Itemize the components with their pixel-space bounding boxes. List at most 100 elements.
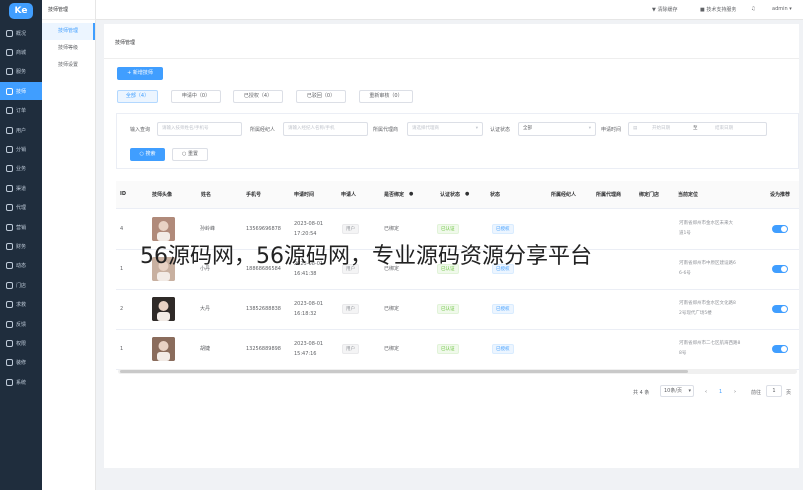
cell-location-line2: 道1号 — [679, 231, 691, 236]
col-name: 姓名 — [201, 192, 212, 198]
nav-item-label: 业务 — [16, 166, 27, 173]
feed-icon — [6, 262, 13, 270]
nav-item-home[interactable]: 概况 — [0, 24, 42, 42]
status-tag: 已授权 — [492, 224, 514, 234]
cell-apply-date: 2023-08-01 — [294, 301, 324, 307]
nav-item-distribution[interactable]: 分销 — [0, 140, 42, 158]
portrait-icon — [152, 337, 175, 361]
date-range-picker[interactable]: ▤ 开始日期 至 结束日期 — [628, 122, 767, 136]
recommend-toggle[interactable] — [772, 225, 788, 233]
nav-item-sos[interactable]: 求救 — [0, 296, 42, 314]
nav-item-finance[interactable]: 财务 — [0, 237, 42, 255]
sub-sidebar: 技师管理 技师管理 技师等级 技师设置 — [42, 0, 96, 490]
nav-item-order[interactable]: 订单 — [0, 102, 42, 120]
cell-location-line2: 6-6号 — [679, 271, 691, 276]
scrollbar-thumb[interactable] — [120, 370, 688, 373]
cell-location-line1: 河南省郑州市金水区未来大 — [679, 221, 733, 226]
bell-icon[interactable]: ♫ — [751, 6, 755, 12]
agent-icon — [6, 204, 13, 212]
horizontal-scrollbar[interactable] — [118, 369, 797, 374]
shop-icon — [6, 48, 13, 56]
nav-item-marketing[interactable]: 营销 — [0, 218, 42, 236]
title-divider — [104, 58, 799, 59]
nav-item-user[interactable]: 用户 — [0, 121, 42, 139]
cell-location-line2: 2号现代广场5楼 — [679, 311, 712, 316]
auth-status-select[interactable]: 全部 ▾ — [518, 122, 596, 136]
cell-id: 2 — [120, 306, 124, 312]
user-menu[interactable]: admin ▾ — [772, 6, 792, 12]
nav-item-label: 系统 — [16, 379, 27, 386]
proxy-select[interactable]: 请选择代理商 ▾ — [407, 122, 483, 136]
nav-item-label: 反馈 — [16, 321, 27, 328]
page-size-select[interactable]: 10条/页 ▾ — [660, 385, 694, 397]
search-button[interactable]: ○ 搜索 — [130, 148, 165, 161]
nav-item-label: 概况 — [16, 30, 27, 37]
nav-item-decoration[interactable]: 装修 — [0, 354, 42, 372]
cell-apply-clock: 16:41:38 — [294, 271, 317, 277]
clear-cache-label: 清除缓存 — [657, 7, 678, 13]
agent-input[interactable]: 请输入经纪人名称/手机 — [283, 122, 368, 136]
proxy-label: 所属代理商 — [373, 127, 399, 133]
col-store: 绑定门店 — [639, 192, 660, 198]
clear-cache-link[interactable]: ▼ 清除缓存 — [652, 6, 677, 13]
tab-rejected[interactable]: 已驳回（0） — [296, 90, 346, 103]
nav-item-agent[interactable]: 代理 — [0, 199, 42, 217]
help-icon[interactable]: ● — [465, 191, 469, 197]
recommend-toggle[interactable] — [772, 305, 788, 313]
name-phone-input[interactable]: 请输入技师姓名/手机号 — [157, 122, 242, 136]
cell-id: 4 — [120, 226, 124, 232]
nav-item-label: 财务 — [16, 243, 27, 250]
page-number-current[interactable]: 1 — [719, 389, 722, 395]
reset-icon: ○ — [182, 151, 187, 157]
nav-item-label: 营销 — [16, 224, 27, 231]
goto-page-input[interactable]: 1 — [766, 385, 782, 397]
username: admin — [772, 6, 788, 12]
user-icon — [6, 126, 13, 134]
chevron-down-icon: ▾ — [588, 126, 591, 131]
nav-item-service[interactable]: 服务 — [0, 63, 42, 81]
nav-item-label: 渠道 — [16, 185, 27, 192]
technician-icon — [6, 87, 13, 95]
col-phone: 手机号 — [246, 192, 262, 198]
subnav-item-tech-manage[interactable]: 技师管理 — [42, 23, 95, 40]
col-auth-status: 认证状态 — [440, 192, 461, 198]
reset-button[interactable]: ○ 重置 — [172, 148, 208, 161]
auth-status-tag: 已认证 — [437, 344, 459, 354]
tech-support-link[interactable]: ■ 技术支持服务 — [700, 6, 736, 13]
app-logo[interactable]: Ke — [9, 3, 33, 19]
recommend-toggle[interactable] — [772, 265, 788, 273]
nav-item-technician[interactable]: 技师 — [0, 82, 42, 101]
proxy-select-value: 请选择代理商 — [412, 126, 439, 131]
tab-all[interactable]: 全部（4） — [117, 90, 158, 103]
nav-item-permission[interactable]: 权限 — [0, 334, 42, 352]
nav-item-feed[interactable]: 动态 — [0, 257, 42, 275]
nav-item-system[interactable]: 系统 — [0, 373, 42, 391]
help-icon[interactable]: ● — [409, 191, 413, 197]
recommend-toggle[interactable] — [772, 345, 788, 353]
nav-item-feedback[interactable]: 反馈 — [0, 315, 42, 333]
search-button-label: 搜索 — [145, 151, 156, 157]
tab-authorized[interactable]: 已授权（4） — [233, 90, 283, 103]
nav-item-channel[interactable]: 渠道 — [0, 179, 42, 197]
cell-apply-clock: 16:18:32 — [294, 311, 317, 317]
nav-item-business[interactable]: 业务 — [0, 160, 42, 178]
tab-applying[interactable]: 申请中（0） — [171, 90, 221, 103]
cell-phone: 13569696878 — [246, 226, 281, 232]
add-technician-button[interactable]: + 新增技师 — [117, 67, 163, 80]
store-icon — [6, 281, 13, 289]
cell-name: 胡婕 — [200, 346, 211, 352]
tab-recheck[interactable]: 重新审核（0） — [359, 90, 413, 103]
auth-status-label: 认证状态 — [490, 127, 511, 133]
nav-item-shop[interactable]: 商城 — [0, 43, 42, 61]
end-date: 结束日期 — [715, 126, 733, 131]
prev-page-button[interactable]: ‹ — [705, 389, 707, 395]
chevron-down-icon: ▾ — [475, 126, 478, 131]
next-page-button[interactable]: › — [734, 389, 736, 395]
main-sidebar: Ke 概况商城服务 技师 订单 用户 分销业务渠道代理营销财务动态 门店求救反馈权限装修系… — [0, 0, 42, 490]
nav-item-store[interactable]: 门店 — [0, 276, 42, 294]
subnav-item-tech-settings[interactable]: 技师设置 — [42, 57, 95, 74]
table-row-divider — [116, 289, 799, 290]
cell-location-line1: 河南省郑州市中原区建设路6 — [679, 261, 736, 266]
col-recommend: 设为推荐 — [770, 192, 791, 198]
subnav-item-tech-level[interactable]: 技师等级 — [42, 40, 95, 57]
